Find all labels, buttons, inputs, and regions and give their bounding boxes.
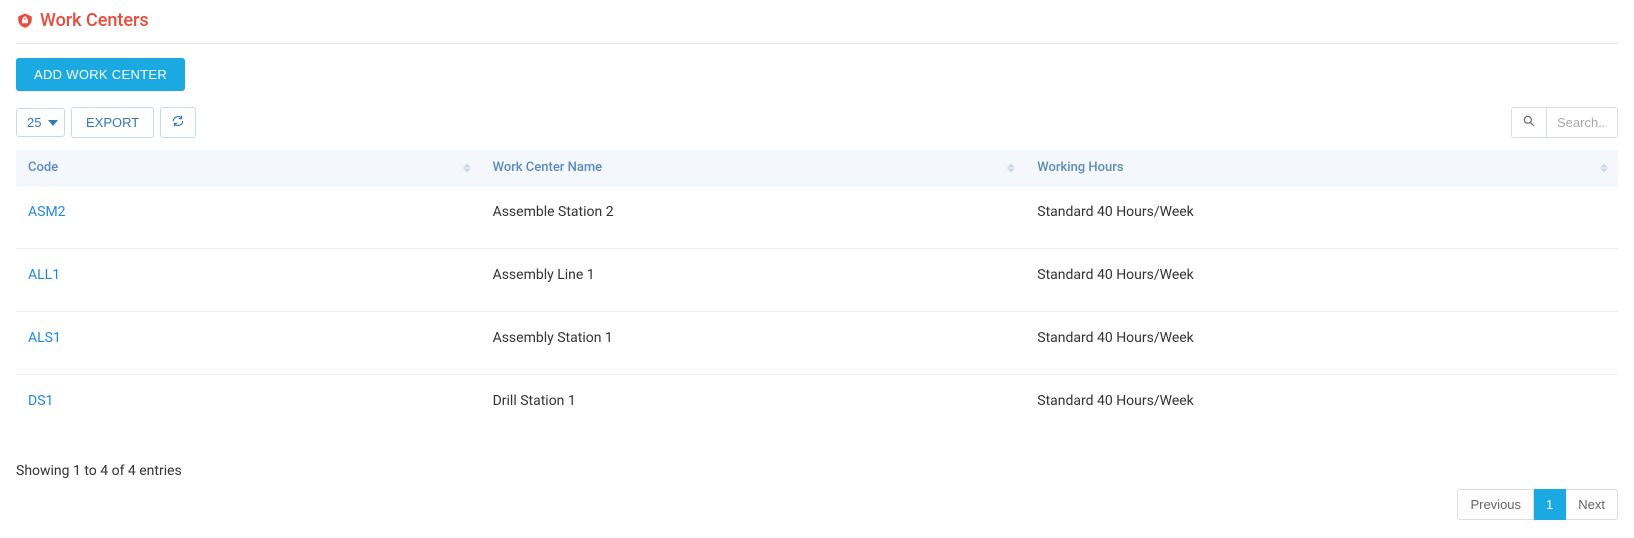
column-label: Work Center Name xyxy=(493,160,603,175)
page-size-select[interactable]: 25 xyxy=(16,108,65,137)
column-header-code[interactable]: Code xyxy=(16,150,481,186)
code-link[interactable]: DS1 xyxy=(28,393,53,409)
work-center-icon xyxy=(16,12,34,30)
search-button[interactable] xyxy=(1512,108,1547,137)
table-row: ALS1 Assembly Station 1 Standard 40 Hour… xyxy=(16,312,1618,375)
code-link[interactable]: ALS1 xyxy=(28,330,61,346)
pagination: Previous 1 Next xyxy=(16,489,1618,520)
table-info: Showing 1 to 4 of 4 entries xyxy=(16,463,1618,479)
name-cell: Assembly Station 1 xyxy=(481,312,1026,375)
name-cell: Assemble Station 2 xyxy=(481,186,1026,249)
table-toolbar: 25 EXPORT xyxy=(16,107,1618,138)
code-link[interactable]: ASM2 xyxy=(28,204,66,220)
add-work-center-button[interactable]: ADD WORK CENTER xyxy=(16,58,185,91)
code-link[interactable]: ALL1 xyxy=(28,267,60,283)
hours-cell: Standard 40 Hours/Week xyxy=(1025,249,1618,312)
column-label: Working Hours xyxy=(1037,160,1123,175)
search-group xyxy=(1511,107,1618,138)
hours-cell: Standard 40 Hours/Week xyxy=(1025,186,1618,249)
name-cell: Drill Station 1 xyxy=(481,375,1026,438)
page-title: Work Centers xyxy=(40,10,149,31)
refresh-button[interactable] xyxy=(160,107,196,138)
search-icon xyxy=(1522,114,1536,131)
column-header-name[interactable]: Work Center Name xyxy=(481,150,1026,186)
work-centers-table: Code Work Center Name Working Hours ASM2… xyxy=(16,150,1618,437)
refresh-icon xyxy=(171,114,185,131)
column-header-hours[interactable]: Working Hours xyxy=(1025,150,1618,186)
column-label: Code xyxy=(28,160,58,175)
search-input[interactable] xyxy=(1547,108,1617,137)
previous-button[interactable]: Previous xyxy=(1457,489,1534,520)
hours-cell: Standard 40 Hours/Week xyxy=(1025,375,1618,438)
sort-icon xyxy=(463,163,471,172)
table-row: ASM2 Assemble Station 2 Standard 40 Hour… xyxy=(16,186,1618,249)
table-row: DS1 Drill Station 1 Standard 40 Hours/We… xyxy=(16,375,1618,438)
name-cell: Assembly Line 1 xyxy=(481,249,1026,312)
page-header: Work Centers xyxy=(16,10,1618,44)
hours-cell: Standard 40 Hours/Week xyxy=(1025,312,1618,375)
next-button[interactable]: Next xyxy=(1566,489,1618,520)
toolbar-left: 25 EXPORT xyxy=(16,107,196,138)
sort-icon xyxy=(1600,163,1608,172)
export-button[interactable]: EXPORT xyxy=(71,107,154,138)
page-button-1[interactable]: 1 xyxy=(1534,489,1566,520)
table-row: ALL1 Assembly Line 1 Standard 40 Hours/W… xyxy=(16,249,1618,312)
sort-icon xyxy=(1007,163,1015,172)
